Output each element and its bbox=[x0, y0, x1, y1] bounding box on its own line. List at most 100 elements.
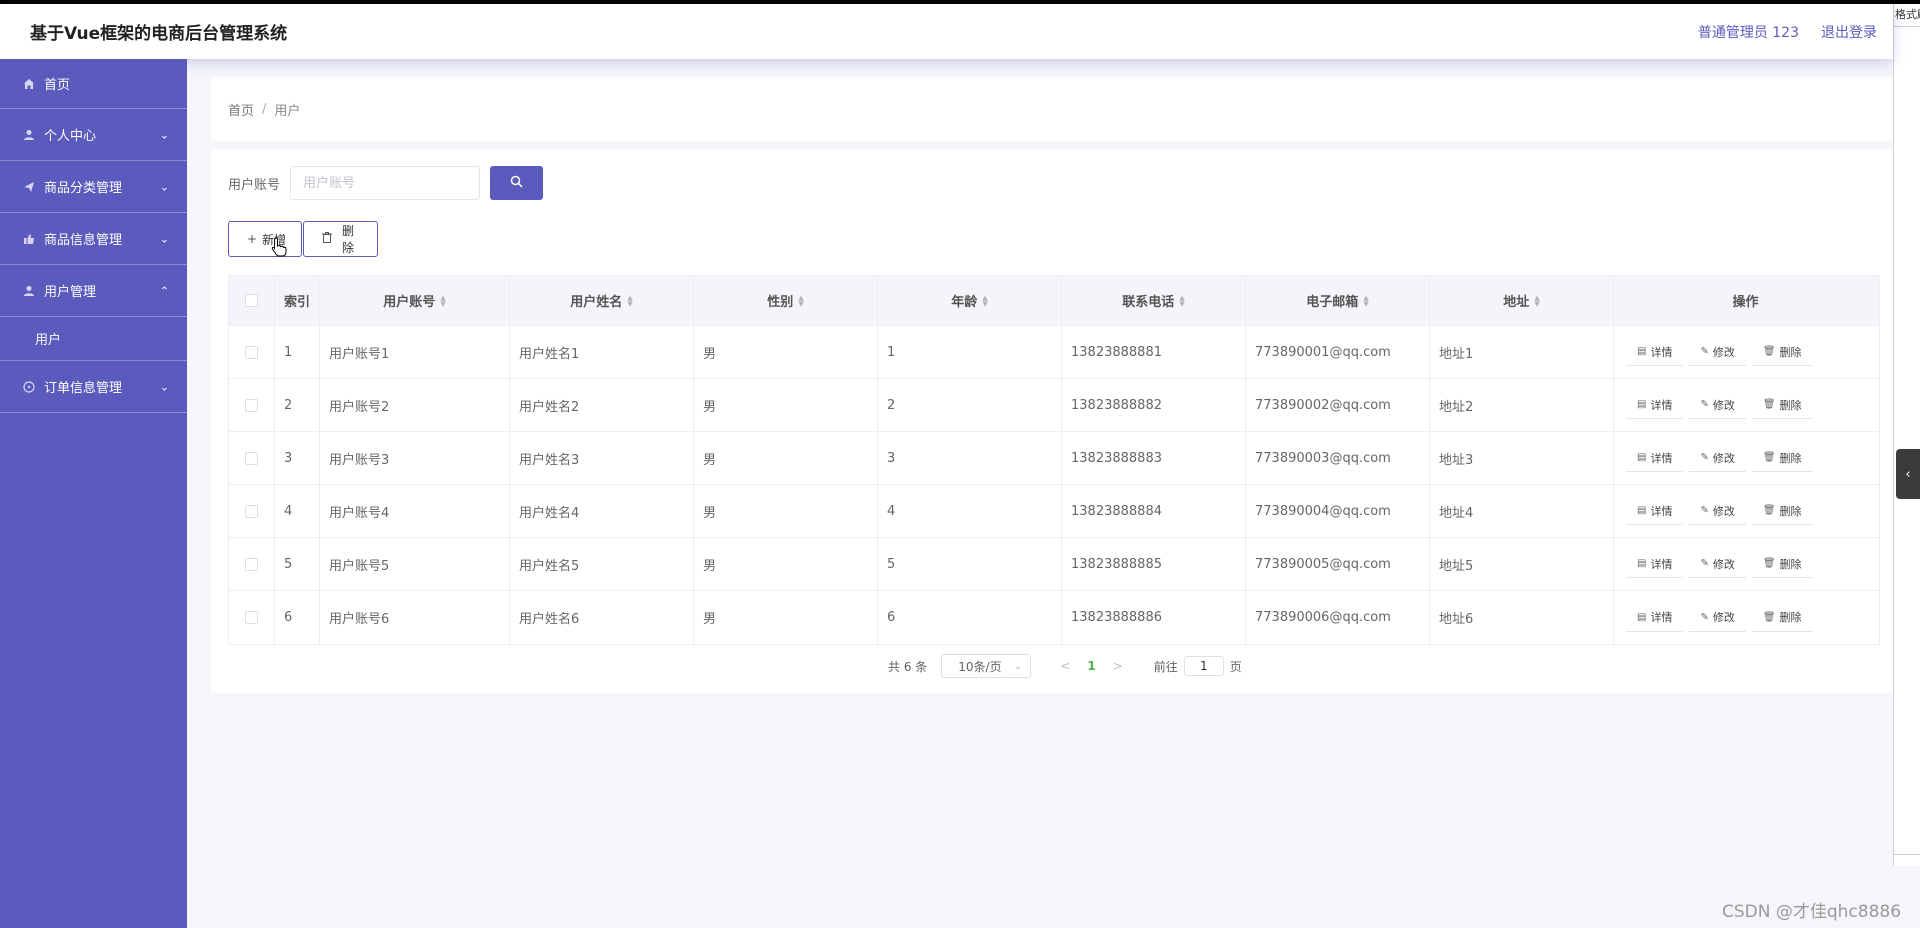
pointer-cursor-icon bbox=[271, 237, 287, 261]
column-header[interactable]: 地址 ▲ ▼ bbox=[1430, 276, 1614, 325]
row-delete-button[interactable]: 🗑 删除 bbox=[1751, 603, 1813, 632]
users-table: 索引 用户账号 ▲ ▼ 用户姓名 ▲ ▼ 性别 ▲ ▼ 年龄 ▲ ▼ 联系电话 ▲ ▼ 电子邮箱 ▲ ▼… bbox=[228, 275, 1880, 645]
row-select[interactable] bbox=[229, 591, 275, 644]
chevron-down-icon: ⌄ bbox=[159, 380, 169, 393]
delete-label: 删除 bbox=[1779, 504, 1802, 518]
table-cell-age: 5 bbox=[878, 538, 1062, 590]
prev-page-icon[interactable]: < bbox=[1060, 659, 1070, 673]
right-side-panel: 格式刷 bbox=[1893, 4, 1920, 866]
row-select[interactable] bbox=[229, 432, 275, 484]
document-icon: ▤ bbox=[1637, 346, 1647, 357]
column-header[interactable]: 电子邮箱 ▲ ▼ bbox=[1246, 276, 1430, 325]
next-page-icon[interactable]: > bbox=[1113, 659, 1123, 673]
column-header[interactable]: 用户账号 ▲ ▼ bbox=[320, 276, 510, 325]
delete-label: 删除 bbox=[1779, 611, 1802, 624]
table-cell-phone: 13823888884 bbox=[1062, 485, 1246, 537]
table-row: 1 用户账号1 用户姓名1 男 1 13823888881 773890001@qq.com… bbox=[229, 326, 1879, 379]
trash-icon: 🗑 bbox=[1762, 399, 1776, 410]
table-cell-sex: 男 bbox=[694, 432, 878, 484]
table-cell-email: 773890002@qq.com bbox=[1246, 379, 1430, 431]
delete-button[interactable]: 删除 bbox=[303, 221, 378, 257]
search-input[interactable] bbox=[290, 166, 481, 200]
checkbox[interactable] bbox=[245, 611, 258, 624]
page-size-select[interactable]: 10条/页 ⌄ bbox=[941, 654, 1032, 678]
sidebar-subitem-label: 用户 bbox=[35, 333, 62, 348]
edit-button[interactable]: ✎ 修改 bbox=[1689, 497, 1746, 525]
detail-button[interactable]: ▤ 详情 bbox=[1626, 338, 1684, 366]
sort-icon[interactable]: ▲ ▼ bbox=[1534, 294, 1539, 307]
logout-link[interactable]: 退出登录 bbox=[1821, 22, 1877, 42]
add-button[interactable]: + 新增 bbox=[228, 221, 302, 257]
row-delete-button[interactable]: 🗑 删除 bbox=[1751, 338, 1813, 366]
goto-page-input[interactable] bbox=[1183, 656, 1224, 676]
detail-button[interactable]: ▤ 详情 bbox=[1626, 391, 1684, 419]
edit-button[interactable]: ✎ 修改 bbox=[1689, 444, 1746, 472]
sidebar-item-orders[interactable]: 订单信息管理 ⌄ bbox=[0, 361, 187, 413]
edit-label: 修改 bbox=[1712, 398, 1735, 412]
sidebar-item-category[interactable]: 商品分类管理 ⌄ bbox=[0, 161, 187, 213]
table-body: 1 用户账号1 用户姓名1 男 1 13823888881 773890001@qq.com… bbox=[229, 326, 1879, 644]
column-header[interactable]: 用户姓名 ▲ ▼ bbox=[510, 276, 694, 325]
sort-icon[interactable]: ▲ ▼ bbox=[1179, 294, 1184, 307]
table-cell-name: 用户姓名2 bbox=[510, 379, 694, 431]
checkbox[interactable] bbox=[245, 557, 258, 571]
page-number[interactable]: 1 bbox=[1087, 659, 1095, 673]
row-select[interactable] bbox=[229, 538, 275, 590]
sidebar-subitem-user[interactable]: 用户 bbox=[0, 317, 187, 361]
breadcrumb-home[interactable]: 首页 bbox=[228, 100, 254, 119]
table-cell-name: 用户姓名5 bbox=[510, 538, 694, 590]
sidebar-item-label: 个人中心 bbox=[44, 129, 97, 144]
row-select[interactable] bbox=[229, 485, 275, 537]
row-delete-button[interactable]: 🗑 删除 bbox=[1751, 497, 1813, 525]
search-bar: 用户账号 bbox=[228, 166, 544, 200]
sort-icon[interactable]: ▲ ▼ bbox=[982, 294, 987, 307]
sort-icon[interactable]: ▲ ▼ bbox=[440, 294, 445, 307]
clipped-label: 格式刷 bbox=[1895, 8, 1920, 21]
sidebar-item-profile[interactable]: 个人中心 ⌄ bbox=[0, 109, 187, 161]
edit-button[interactable]: ✎ 修改 bbox=[1689, 391, 1746, 419]
sidebar-item-label: 商品分类管理 bbox=[44, 181, 123, 196]
sort-icon[interactable]: ▲ ▼ bbox=[798, 294, 803, 307]
detail-button[interactable]: ▤ 详情 bbox=[1626, 603, 1684, 632]
edit-button[interactable]: ✎ 修改 bbox=[1689, 338, 1746, 366]
row-delete-button[interactable]: 🗑 删除 bbox=[1751, 550, 1813, 578]
row-select[interactable] bbox=[229, 379, 275, 431]
header-select-all[interactable] bbox=[229, 276, 275, 325]
detail-button[interactable]: ▤ 详情 bbox=[1626, 444, 1684, 472]
detail-button[interactable]: ▤ 详情 bbox=[1626, 550, 1684, 578]
delete-label: 删除 bbox=[1779, 557, 1802, 571]
row-delete-button[interactable]: 🗑 删除 bbox=[1751, 391, 1813, 419]
checkbox[interactable] bbox=[245, 504, 258, 518]
sidebar-item-users[interactable]: 用户管理 ⌃ bbox=[0, 265, 187, 317]
checkbox[interactable] bbox=[245, 345, 258, 359]
edit-button[interactable]: ✎ 修改 bbox=[1689, 603, 1746, 632]
table-cell-sex: 男 bbox=[694, 538, 878, 590]
sidebar-item-goods[interactable]: 商品信息管理 ⌄ bbox=[0, 213, 187, 265]
goto-label: 前往 bbox=[1153, 659, 1178, 674]
delete-label: 删除 bbox=[1779, 451, 1802, 465]
column-header[interactable]: 联系电话 ▲ ▼ bbox=[1062, 276, 1246, 325]
table-cell-account: 用户账号1 bbox=[320, 326, 510, 378]
sidebar-item-label: 首页 bbox=[44, 78, 71, 93]
edit-icon: ✎ bbox=[1700, 399, 1709, 410]
checkbox[interactable] bbox=[245, 294, 258, 307]
table-cell-age: 4 bbox=[878, 485, 1062, 537]
collapse-panel-button[interactable]: ‹ bbox=[1896, 449, 1920, 499]
search-button[interactable] bbox=[490, 166, 544, 200]
chevron-up-icon: ⌃ bbox=[159, 284, 169, 297]
sidebar-item-home[interactable]: 首页 bbox=[0, 59, 187, 109]
sort-icon[interactable]: ▲ ▼ bbox=[627, 294, 632, 307]
row-select[interactable] bbox=[229, 326, 275, 378]
table-cell-sex: 男 bbox=[694, 485, 878, 537]
row-delete-button[interactable]: 🗑 删除 bbox=[1751, 444, 1813, 472]
checkbox[interactable] bbox=[245, 398, 258, 412]
detail-button[interactable]: ▤ 详情 bbox=[1626, 497, 1684, 525]
sort-icon[interactable]: ▲ ▼ bbox=[1363, 294, 1368, 307]
table-cell-email: 773890006@qq.com bbox=[1246, 591, 1430, 644]
user-role-label[interactable]: 普通管理员 123 bbox=[1698, 22, 1799, 42]
checkbox[interactable] bbox=[245, 451, 258, 465]
column-header[interactable]: 年龄 ▲ ▼ bbox=[878, 276, 1062, 325]
sidebar-item-label: 商品信息管理 bbox=[44, 233, 123, 248]
edit-button[interactable]: ✎ 修改 bbox=[1689, 550, 1746, 578]
column-header[interactable]: 性别 ▲ ▼ bbox=[694, 276, 878, 325]
